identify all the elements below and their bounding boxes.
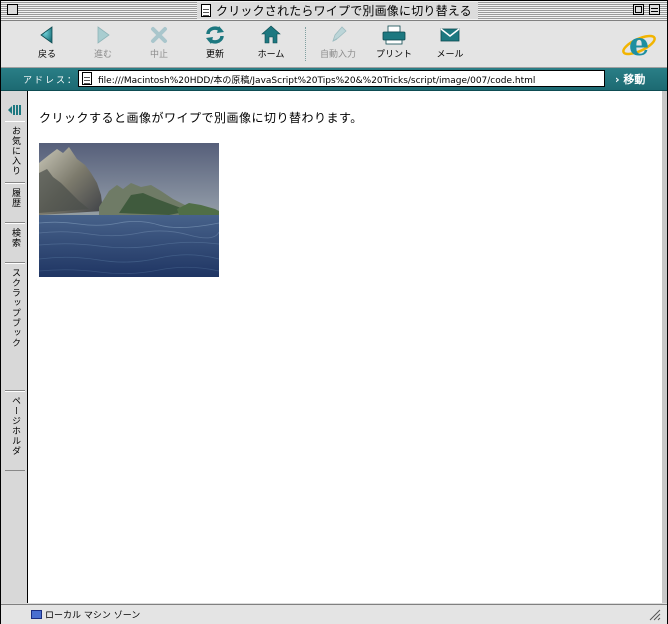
content-description: クリックすると画像がワイプで別画像に切り替わります。 (39, 111, 363, 125)
browser-window: クリックされたらワイプで別画像に切り替える 戻る 進む 中止 更新 ホーム 自動… (0, 0, 668, 624)
arrow-left-icon (40, 26, 53, 44)
window-title-text: クリックされたらワイプで別画像に切り替える (216, 4, 472, 18)
status-bar: ローカル マシン ゾーン (1, 604, 667, 624)
mail-icon (440, 28, 460, 42)
print-button[interactable]: プリント (366, 23, 422, 65)
page-icon (82, 72, 92, 85)
landscape-photo[interactable] (39, 143, 219, 277)
address-bar: アドレス： file:///Macintosh%20HDD/本の原稿/JavaS… (1, 68, 667, 91)
right-edge (662, 91, 667, 603)
computer-icon (31, 610, 42, 619)
printer-icon (382, 25, 406, 45)
close-icon (151, 27, 167, 43)
toolbar: 戻る 進む 中止 更新 ホーム 自動入力 プリント メール e (1, 21, 667, 68)
forward-button[interactable]: 進む (75, 23, 131, 65)
title-bar[interactable]: クリックされたらワイプで別画像に切り替える (1, 1, 667, 21)
go-button-label: 移動 (623, 73, 646, 86)
toolbar-separator (305, 27, 307, 61)
explorer-bar: お気に入り 履歴 検索 スクラップブック ページホルダ (1, 91, 28, 603)
zoom-box[interactable] (633, 4, 644, 15)
document-icon (201, 4, 211, 17)
svg-text:e: e (629, 26, 649, 62)
tab-history[interactable]: 履歴 (5, 183, 25, 223)
window-title: クリックされたらワイプで別画像に切り替える (197, 2, 478, 19)
go-button[interactable]: › 移動 (615, 71, 645, 87)
chevron-right-icon: › (615, 73, 620, 86)
close-box[interactable] (7, 4, 18, 15)
collapse-box[interactable] (649, 4, 660, 15)
refresh-icon (206, 26, 224, 44)
refresh-button[interactable]: 更新 (187, 23, 243, 65)
page-content: クリックすると画像がワイプで別画像に切り替わります。 (28, 91, 663, 603)
address-label: アドレス： (23, 76, 79, 86)
internet-explorer-logo-icon: e (622, 25, 656, 63)
autofill-button[interactable]: 自動入力 (310, 23, 366, 65)
tab-page-holder[interactable]: ページホルダ (5, 391, 25, 471)
address-url[interactable]: file:///Macintosh%20HDD/本の原稿/JavaScript%… (98, 73, 598, 86)
stop-button[interactable]: 中止 (131, 23, 187, 65)
tab-scrapbook[interactable]: スクラップブック (5, 263, 25, 391)
arrow-right-icon (97, 26, 110, 44)
mail-button[interactable]: メール (422, 23, 478, 65)
pencil-icon (332, 26, 347, 42)
resize-grip-icon[interactable] (649, 609, 661, 621)
back-button[interactable]: 戻る (19, 23, 75, 65)
tab-search[interactable]: 検索 (5, 223, 25, 263)
ie-logo: e (621, 25, 657, 66)
security-zone-text: ローカル マシン ゾーン (45, 611, 141, 621)
tab-favorites[interactable]: お気に入り (5, 121, 25, 183)
address-field[interactable]: file:///Macintosh%20HDD/本の原稿/JavaScript%… (78, 70, 605, 87)
home-icon (261, 25, 281, 44)
home-button[interactable]: ホーム (243, 23, 299, 65)
explorer-bar-toggle-icon[interactable] (7, 103, 21, 117)
security-zone: ローカル マシン ゾーン (31, 608, 140, 621)
